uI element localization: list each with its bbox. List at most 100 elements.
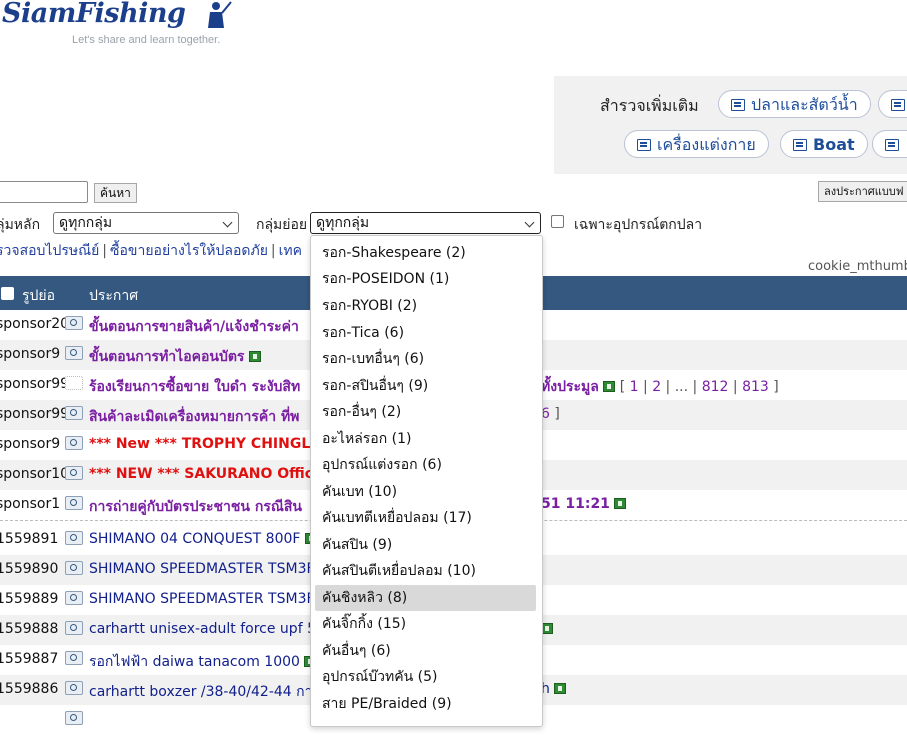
thumbnail-icon[interactable] (65, 711, 83, 725)
header-post: ประกาศ (89, 288, 139, 304)
thumbnail-icon[interactable] (65, 316, 83, 330)
row-title-text: ขั้นตอนการทำไอคอนบัตร (89, 349, 245, 365)
page-link[interactable]: 2 (652, 379, 661, 395)
thumbnail-icon[interactable] (65, 466, 83, 480)
cookie-text: cookie_mthumb (808, 259, 907, 274)
link-safe-buying[interactable]: ซื้อขายอย่างไรให้ปลอดภัย (110, 243, 268, 259)
thumbnail-icon[interactable] (65, 621, 83, 635)
dropdown-option[interactable]: คันเบทตีเหยื่อปลอม (17) (315, 505, 536, 531)
thumbnail-icon[interactable] (65, 681, 83, 695)
pill-boat[interactable]: Boat (780, 130, 868, 158)
dropdown-option[interactable]: รอก-Shakespeare (2) (315, 240, 536, 266)
pill-label: เครื่องแต่งกาย (657, 135, 756, 154)
search-input[interactable] (0, 181, 88, 203)
thumbnail-icon[interactable] (65, 561, 83, 575)
row-id: sponsor99 (0, 376, 70, 392)
row-title[interactable]: SHIMANO 04 CONQUEST 800F (89, 531, 317, 547)
main-group-value: ดูทุกกลุ่ม (59, 215, 113, 231)
pill-more-2[interactable] (872, 130, 907, 158)
pill-more-1[interactable] (878, 90, 907, 118)
dropdown-option[interactable]: คันสปินตีเหยื่อปลอม (10) (315, 558, 536, 584)
logo-tagline: Let's share and learn together. (72, 34, 221, 46)
dropdown-option[interactable]: สาย PE/Braided (9) (315, 691, 536, 717)
photo-attached-icon (614, 498, 627, 509)
row-id: 1559887 (0, 651, 59, 667)
dropdown-option[interactable]: อะไหล่รอก (1) (315, 426, 536, 452)
row-title[interactable]: ขั้นตอนการทำไอคอนบัตร (89, 346, 262, 368)
dropdown-option[interactable]: คันเบท (10) (315, 479, 536, 505)
thumbnail-icon[interactable] (65, 531, 83, 545)
dropdown-option[interactable]: อุปกรณ์บ๊วทคัน (5) (315, 664, 536, 690)
thumbnail-icon[interactable] (65, 346, 83, 360)
sub-group-label: กลุ่มย่อย (256, 217, 308, 233)
row-id: sponsor10 (0, 466, 70, 482)
row-title[interactable]: การถ่ายคู่กับบัตรประชาชน กรณีสิน (89, 496, 302, 518)
thumbnail-icon[interactable] (65, 496, 83, 510)
page-ellipsis: ... (674, 379, 689, 395)
pill-label: Boat (813, 135, 855, 154)
row-page-tail: 6 ] (541, 406, 560, 422)
main-group-label: ลุ่มหลัก (0, 217, 41, 233)
dropdown-option[interactable]: คันสปิน (9) (315, 532, 536, 558)
dropdown-option[interactable]: รอก-POSEIDON (1) (315, 266, 536, 292)
link-tech[interactable]: เทค (279, 243, 302, 259)
site-logo[interactable]: SiamFishing Let's share and learn togeth… (2, 0, 242, 52)
row-title[interactable]: SHIMANO SPEEDMASTER TSM3FS ( (89, 561, 333, 577)
dropdown-option[interactable]: อุปกรณ์แต่งรอก (6) (315, 452, 536, 478)
row-title[interactable]: *** New *** TROPHY CHINGLI (89, 436, 315, 452)
page-link[interactable]: 1 (630, 379, 639, 395)
dropdown-option[interactable]: รอก-เบทอื่นๆ (6) (315, 346, 536, 372)
row-title-text: รอกไฟฟ้า daiwa tanacom 1000 (89, 654, 300, 670)
row-title[interactable]: สินค้าละเมิดเครื่องหมายการค้า ที่พ (89, 406, 299, 428)
dropdown-option-highlighted[interactable]: คันชิงหลิว (8) (315, 585, 536, 611)
link-verify-post[interactable]: รวจสอบไปรษณีย์ (0, 243, 99, 259)
dropdown-option[interactable]: รอก-อื่นๆ (2) (315, 399, 536, 425)
thumbnail-icon[interactable] (65, 651, 83, 665)
row-title-tail: ทั้งประมูล [ 1 | 2 | ... | 812 | 813 ] (541, 376, 779, 398)
sub-group-value: ดูทุกกลุ่ม (316, 215, 370, 231)
list-icon (891, 99, 905, 111)
row-id: 1559890 (0, 561, 59, 577)
list-icon (731, 99, 745, 111)
row-id: sponsor99 (0, 406, 70, 422)
dropdown-option[interactable]: คันจิ๊กกิ้ง (15) (315, 611, 536, 637)
page-link[interactable]: 813 (742, 379, 769, 395)
explore-panel: สำรวจเพิ่มเติม ปลาและสัตว์น้ำ เครื่องแต่… (554, 76, 907, 174)
post-ad-button[interactable]: ลงประกาศแบบฟ (818, 181, 907, 202)
thumbnail-icon[interactable] (65, 591, 83, 605)
separator: | (270, 243, 276, 259)
row-id: sponsor9 (0, 436, 61, 452)
main-group-select[interactable]: ดูทุกกลุ่ม (53, 212, 239, 234)
row-id: 1559889 (0, 591, 59, 607)
dropdown-option[interactable]: รอก-สปินอื่นๆ (9) (315, 373, 536, 399)
dropdown-option[interactable]: รอก-RYOBI (2) (315, 293, 536, 319)
list-icon (637, 139, 651, 151)
row-title[interactable]: รอกไฟฟ้า daiwa tanacom 1000 (89, 651, 317, 673)
header-photo: รูปย่อ (22, 288, 56, 304)
row-id: sponsor1 (0, 496, 61, 512)
pill-fish-aquatic[interactable]: ปลาและสัตว์น้ำ (718, 90, 871, 118)
search-button[interactable]: ค้นหา (94, 183, 137, 203)
logo-brand-text: SiamFishing (2, 0, 186, 29)
explore-title: สำรวจเพิ่มเติม (600, 96, 699, 115)
thumbnail-placeholder-icon (65, 376, 83, 390)
fishing-only-checkbox[interactable] (551, 215, 564, 228)
sub-group-select[interactable]: ดูทุกกลุ่ม (310, 212, 541, 234)
dropdown-option[interactable]: คันอื่นๆ (6) (315, 638, 536, 664)
thumbnail-icon[interactable] (65, 406, 83, 420)
select-all-checkbox[interactable] (1, 287, 14, 300)
help-links: รวจสอบไปรษณีย์ | ซื้อขายอย่างไรให้ปลอดภัย |… (0, 240, 302, 262)
page-link[interactable]: 812 (702, 379, 729, 395)
row-title[interactable]: carhartt boxzer /38-40/42-44 กางเก (89, 681, 333, 703)
dropdown-option[interactable]: รอก-Tica (6) (315, 320, 536, 346)
row-title[interactable]: *** NEW *** SAKURANO Offici (89, 466, 318, 482)
pill-apparel[interactable]: เครื่องแต่งกาย (624, 130, 769, 158)
fisherman-logo-icon (208, 1, 232, 28)
sub-group-dropdown-list: รอก-Shakespeare (2) รอก-POSEIDON (1) รอก… (310, 235, 543, 727)
row-title[interactable]: ขั้นตอนการขายสินค้า/แจ้งชำระค่า (89, 316, 299, 338)
row-id: sponsor9 (0, 346, 61, 362)
row-title[interactable]: SHIMANO SPEEDMASTER TSM3FS ( (89, 591, 333, 607)
thumbnail-icon[interactable] (65, 436, 83, 450)
row-title[interactable]: ร้องเรียนการซื้อขาย ใบดำ ระงับสิท (89, 376, 300, 398)
row-title[interactable]: carhartt unisex-adult force upf 50+ (89, 621, 337, 637)
